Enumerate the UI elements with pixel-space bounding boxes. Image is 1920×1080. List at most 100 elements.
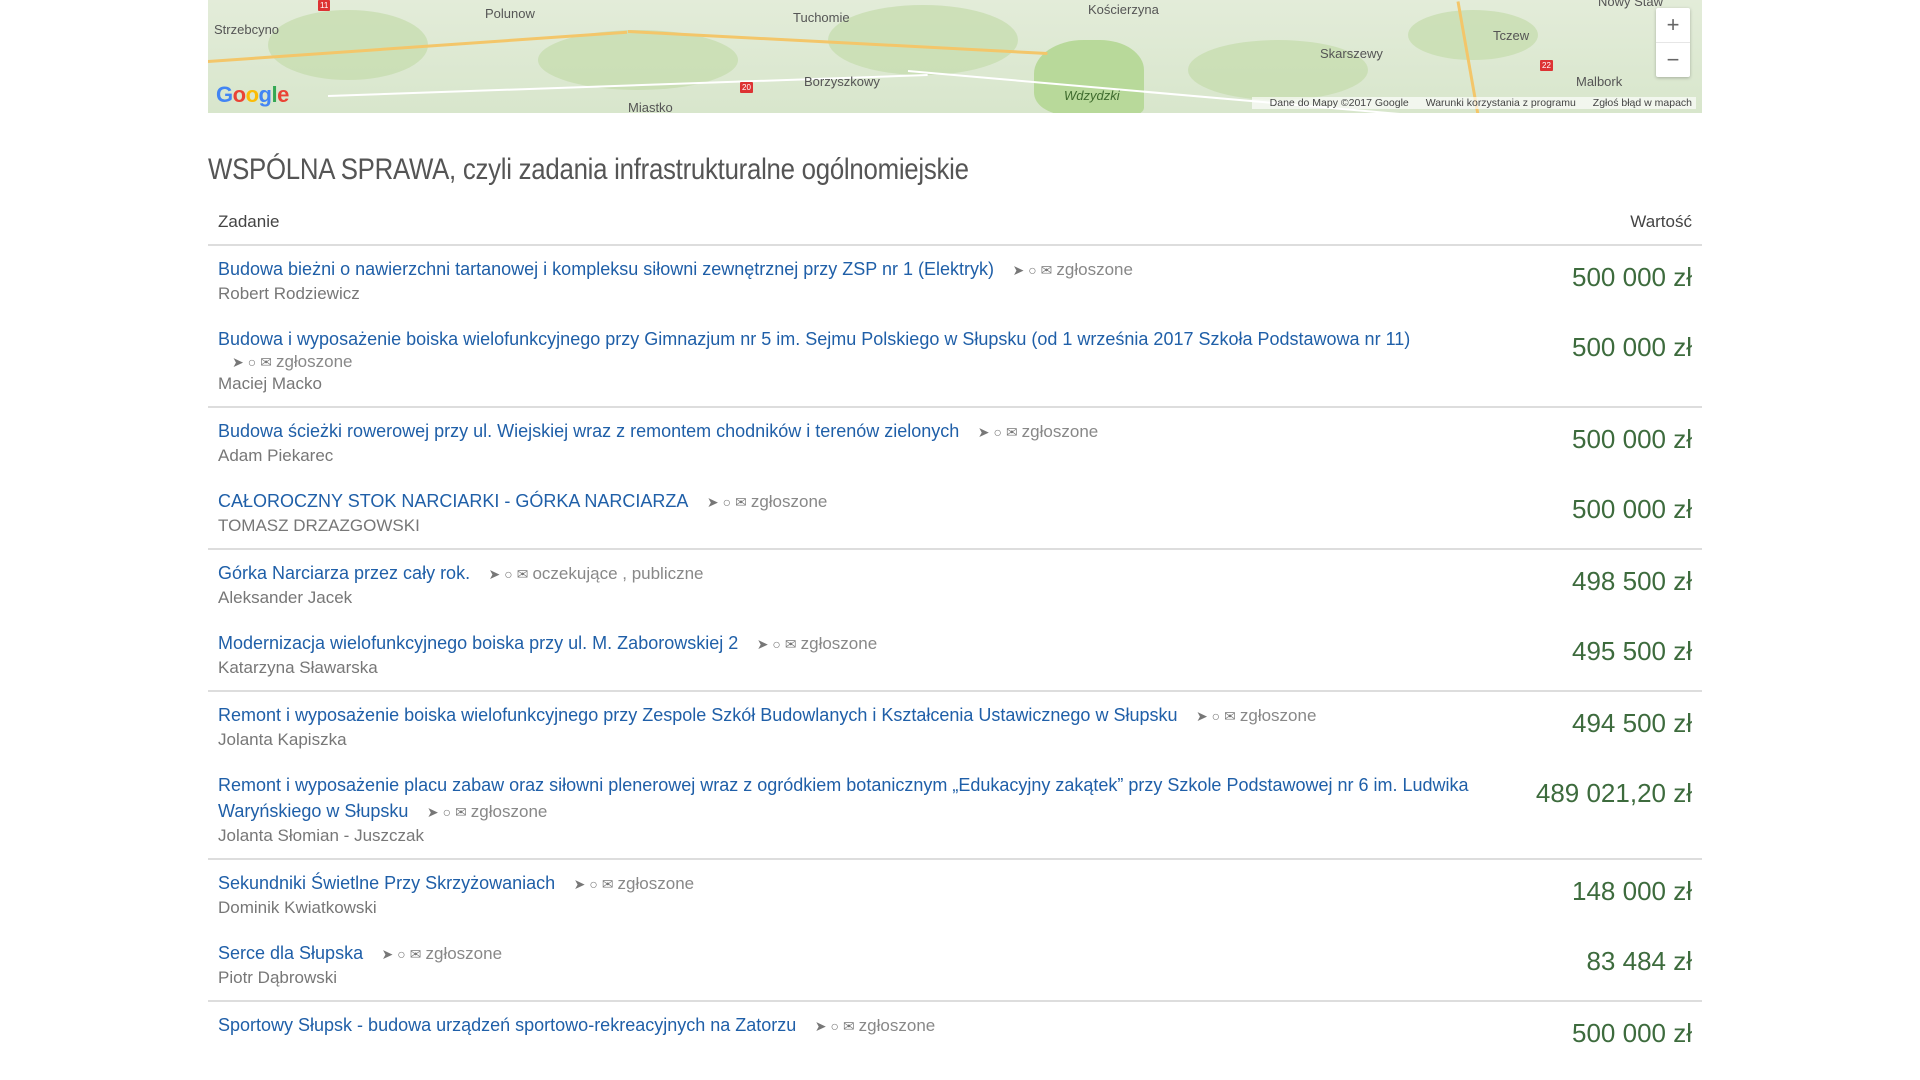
map-city-label: Strzebcyno bbox=[214, 22, 280, 37]
table-row: Sportowy Słupsk - budowa urządzeń sporto… bbox=[208, 1001, 1702, 1059]
task-value: 148 000 zł bbox=[1572, 876, 1692, 906]
task-title-link[interactable]: Remont i wyposażenie boiska wielofunkcyj… bbox=[218, 705, 1177, 725]
map-city-label: Malbork bbox=[1576, 74, 1623, 89]
location-arrow-icon: ➤ bbox=[381, 946, 394, 962]
task-author: Adam Piekarec bbox=[218, 446, 334, 465]
table-row: Remont i wyposażenie boiska wielofunkcyj… bbox=[208, 691, 1702, 762]
location-arrow-icon: ➤ bbox=[814, 1018, 827, 1034]
map-data-credit: Dane do Mapy ©2017 Google bbox=[1269, 97, 1409, 109]
location-arrow-icon: ➤ bbox=[977, 424, 990, 440]
task-value: 500 000 zł bbox=[1572, 262, 1692, 292]
envelope-icon: ✉ bbox=[842, 1018, 855, 1034]
zoom-in-button[interactable]: + bbox=[1656, 8, 1690, 42]
task-cell: Sekundniki Świetlne Przy Skrzyżowaniach … bbox=[208, 859, 1482, 930]
task-title-link[interactable]: Sportowy Słupsk - budowa urządzeń sporto… bbox=[218, 1015, 796, 1035]
task-title-link[interactable]: Sekundniki Świetlne Przy Skrzyżowaniach bbox=[218, 873, 555, 893]
task-status-text: zgłoszone bbox=[800, 634, 878, 653]
task-cell: Remont i wyposażenie boiska wielofunkcyj… bbox=[208, 691, 1482, 762]
task-value: 494 500 zł bbox=[1572, 708, 1692, 738]
task-author: Piotr Dąbrowski bbox=[218, 968, 338, 987]
task-value: 489 021,20 zł bbox=[1482, 762, 1702, 860]
task-cell: Górka Narciarza przez cały rok. ➤ ○ ✉ oczek… bbox=[208, 549, 1482, 620]
task-status-text: zgłoszone bbox=[1239, 706, 1317, 725]
map-city-label: Tczew bbox=[1493, 28, 1530, 43]
column-header-task: Zadanie bbox=[208, 201, 1482, 246]
task-cell: Remont i wyposażenie placu zabaw oraz si… bbox=[208, 762, 1482, 860]
envelope-icon: ✉ bbox=[516, 566, 529, 582]
table-row: Modernizacja wielofunkcyjnego boiska prz… bbox=[208, 620, 1702, 692]
task-value: 83 484 zł bbox=[1482, 930, 1702, 1002]
task-status: ➤ ○ ✉ zgłoszone bbox=[382, 944, 503, 963]
comment-icon: ○ bbox=[504, 566, 513, 582]
map-zoom-control: + − bbox=[1656, 8, 1690, 77]
map-park-label: Wdzydzki bbox=[1064, 88, 1120, 103]
task-status-text: zgłoszone bbox=[617, 874, 695, 893]
section-title: WSPÓLNA SPRAWA, czyli zadania infrastruk… bbox=[208, 153, 969, 186]
table-body: Budowa bieżni o nawierzchni tartanowej i… bbox=[208, 245, 1702, 1059]
map-city-label: Skarszewy bbox=[1320, 46, 1383, 61]
task-cell: Budowa ścieżki rowerowej przy ul. Wiejsk… bbox=[208, 407, 1482, 478]
task-author: Katarzyna Sławarska bbox=[218, 658, 378, 677]
task-author: Jolanta Słomian - Juszczak bbox=[218, 826, 424, 845]
task-title-link[interactable]: Budowa bieżni o nawierzchni tartanowej i… bbox=[218, 259, 994, 279]
zoom-out-button[interactable]: − bbox=[1656, 42, 1690, 77]
comment-icon: ○ bbox=[397, 946, 406, 962]
table-row: Budowa i wyposażenie boiska wielofunkcyj… bbox=[208, 316, 1702, 408]
map-forest-area bbox=[828, 5, 1018, 75]
google-map[interactable]: Strzebcyno Polunow Tuchomie Kościerzyna … bbox=[208, 0, 1702, 113]
table-row: Sekundniki Świetlne Przy Skrzyżowaniach … bbox=[208, 859, 1702, 930]
comment-icon: ○ bbox=[830, 1018, 839, 1034]
location-arrow-icon: ➤ bbox=[426, 804, 439, 820]
location-arrow-icon: ➤ bbox=[488, 566, 501, 582]
task-cell: Sportowy Słupsk - budowa urządzeń sporto… bbox=[208, 1001, 1482, 1059]
task-value: 500 000 zł bbox=[1572, 424, 1692, 454]
comment-icon: ○ bbox=[993, 424, 1002, 440]
task-status-text: zgłoszone bbox=[858, 1016, 936, 1035]
column-header-value: Wartość bbox=[1482, 201, 1702, 246]
task-title-link[interactable]: Modernizacja wielofunkcyjnego boiska prz… bbox=[218, 633, 738, 653]
road-shield: 22 bbox=[1540, 60, 1553, 71]
task-value: 498 500 zł bbox=[1572, 566, 1692, 596]
table-row: Budowa ścieżki rowerowej przy ul. Wiejsk… bbox=[208, 407, 1702, 478]
map-city-label: Kościerzyna bbox=[1088, 2, 1159, 17]
task-status: ➤ ○ ✉ zgłoszone bbox=[815, 1016, 936, 1035]
envelope-icon: ✉ bbox=[1040, 262, 1053, 278]
location-arrow-icon: ➤ bbox=[756, 636, 769, 652]
envelope-icon: ✉ bbox=[1005, 424, 1018, 440]
envelope-icon: ✉ bbox=[409, 946, 422, 962]
location-arrow-icon: ➤ bbox=[1012, 262, 1025, 278]
task-status-text: zgłoszone bbox=[275, 352, 353, 371]
task-title-link[interactable]: Budowa i wyposażenie boiska wielofunkcyj… bbox=[218, 329, 1410, 349]
task-status: ➤ ○ ✉ zgłoszone bbox=[978, 422, 1099, 441]
map-city-label: Borzyszkowy bbox=[804, 74, 880, 89]
task-title-link[interactable]: CAŁOROCZNY STOK NARCIARKI - GÓRKA NARCIA… bbox=[218, 491, 688, 511]
location-arrow-icon: ➤ bbox=[1195, 708, 1208, 724]
task-cell: CAŁOROCZNY STOK NARCIARKI - GÓRKA NARCIA… bbox=[208, 478, 1482, 550]
task-status: ➤ ○ ✉ zgłoszone bbox=[1196, 706, 1317, 725]
map-terms-link[interactable]: Warunki korzystania z programu bbox=[1426, 97, 1576, 109]
map-attribution: Dane do Mapy ©2017 Google Warunki korzys… bbox=[1251, 97, 1696, 109]
task-title-link[interactable]: Górka Narciarza przez cały rok. bbox=[218, 563, 470, 583]
table-row: Górka Narciarza przez cały rok. ➤ ○ ✉ oczek… bbox=[208, 549, 1702, 620]
location-arrow-icon: ➤ bbox=[573, 876, 586, 892]
task-status-text: zgłoszone bbox=[470, 802, 548, 821]
task-status: ➤ ○ ✉ zgłoszone bbox=[1012, 260, 1133, 279]
task-author: Aleksander Jacek bbox=[218, 588, 353, 607]
map-report-error-link[interactable]: Zgłoś błąd w mapach bbox=[1593, 97, 1692, 109]
tasks-table: Zadanie Wartość Budowa bieżni o nawierzc… bbox=[208, 201, 1702, 1059]
map-city-label: Polunow bbox=[485, 6, 535, 21]
envelope-icon: ✉ bbox=[455, 804, 467, 820]
task-status: ➤ ○ ✉ zgłoszone bbox=[427, 802, 548, 821]
task-title-link[interactable]: Remont i wyposażenie placu zabaw oraz si… bbox=[218, 775, 1469, 821]
task-status-text: zgłoszone bbox=[750, 492, 828, 511]
task-cell: Budowa i wyposażenie boiska wielofunkcyj… bbox=[208, 316, 1482, 408]
task-value: 500 000 zł bbox=[1482, 478, 1702, 550]
task-title-link[interactable]: Budowa ścieżki rowerowej przy ul. Wiejsk… bbox=[218, 421, 959, 441]
task-status-text: zgłoszone bbox=[425, 944, 503, 963]
task-title-link[interactable]: Serce dla Słupska bbox=[218, 943, 363, 963]
envelope-icon: ✉ bbox=[260, 354, 272, 370]
task-author: Maciej Macko bbox=[218, 374, 322, 393]
task-author: TOMASZ DRZAZGOWSKI bbox=[218, 516, 420, 535]
table-row: Remont i wyposażenie placu zabaw oraz si… bbox=[208, 762, 1702, 860]
location-arrow-icon: ➤ bbox=[232, 354, 244, 370]
